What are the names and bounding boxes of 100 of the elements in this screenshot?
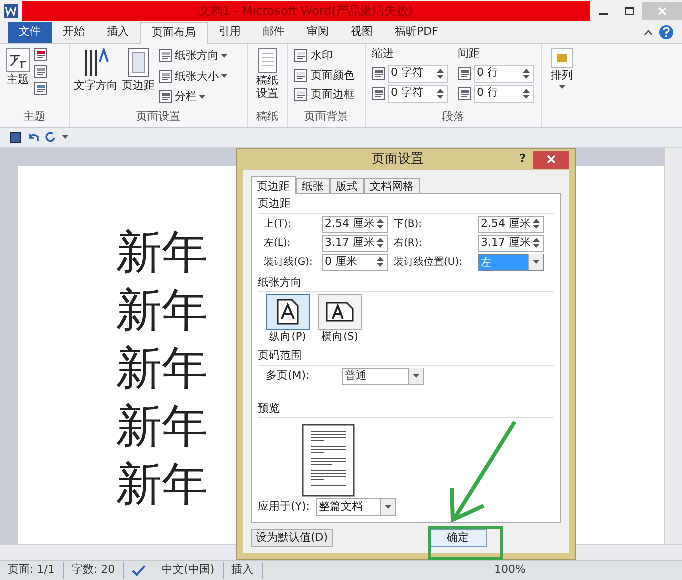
undo-icon[interactable] [27, 132, 39, 143]
set-default-button[interactable]: 设为默认值(D) [251, 529, 334, 547]
ribbon-tab[interactable]: 邮件 [252, 22, 296, 43]
group-label: 主题 [22, 108, 46, 124]
theme-button[interactable]: 主题 [6, 48, 30, 108]
indent-icon [372, 66, 386, 80]
dialog-tab[interactable]: 纸张 [296, 178, 330, 194]
document-text: 新年 [116, 342, 208, 394]
field-label: 应用于(Y): [258, 498, 312, 515]
number-field[interactable]: 0 字符 [388, 64, 448, 82]
dialog-title: 页面设置 [372, 150, 424, 169]
window-title: 文档1 - Microsoft Word(产品激活失败) [198, 3, 414, 20]
number-field[interactable]: 0 行 [474, 64, 534, 82]
proofing-icon[interactable] [132, 564, 146, 576]
ribbon-tab[interactable]: 引用 [208, 22, 252, 43]
file-tab[interactable]: 文件 [8, 22, 52, 43]
document-text: 新年 [116, 400, 208, 452]
collapse-ribbon-icon[interactable] [644, 30, 653, 36]
redo-icon[interactable] [45, 132, 56, 143]
margins-button[interactable]: 页边距 [122, 48, 155, 108]
close-button[interactable] [533, 150, 569, 169]
dropdown-button[interactable] [528, 254, 543, 270]
manuscript-button[interactable]: 稿纸设置 [248, 44, 287, 108]
spin-field[interactable]: 2.54 厘米 [478, 216, 544, 233]
section-heading: 预览 [258, 400, 554, 418]
ribbon-tab[interactable]: 页面布局 [140, 22, 208, 44]
caret-icon [384, 504, 392, 510]
page-background-button[interactable]: 水印 [294, 48, 359, 64]
ok-button[interactable]: 确定 [429, 529, 487, 547]
number-field[interactable]: 0 行 [474, 84, 534, 102]
text-direction-icon [83, 48, 109, 78]
orientation-button[interactable]: 纸张方向 [159, 48, 228, 64]
portrait-page-icon [277, 299, 299, 326]
text-direction-button[interactable]: 文字方向 [74, 48, 118, 108]
save-icon[interactable] [10, 132, 21, 143]
field-label: 下(B): [394, 218, 424, 232]
caret-icon [62, 135, 69, 140]
spin-field[interactable]: 3.17 厘米 [322, 234, 388, 252]
field-label: 左(L): [264, 236, 292, 251]
language-status[interactable]: 中文(中国) [154, 562, 224, 579]
arrange-button[interactable]: 排列 [542, 44, 582, 127]
orientation-tile[interactable] [266, 294, 310, 330]
document-text: 新年 [116, 458, 208, 510]
spinner-icon[interactable] [436, 68, 445, 80]
dropdown-button[interactable] [380, 499, 395, 515]
orientation-tile[interactable] [318, 294, 362, 330]
size-button[interactable]: 纸张大小 [159, 68, 228, 85]
colors-icon [34, 48, 48, 62]
spinner-icon[interactable] [376, 218, 385, 230]
document-text: 新年 [116, 226, 208, 278]
select-field[interactable]: 整篇文档 [316, 498, 396, 516]
spin-field[interactable]: 2.54 厘米 [322, 216, 388, 233]
word-count: 字数: 20 [64, 562, 124, 579]
ribbon-tab[interactable]: 福昕PDF [384, 22, 450, 43]
dialog-tab[interactable]: 页边距 [251, 176, 296, 194]
help-icon[interactable] [659, 25, 674, 40]
zoom-level[interactable]: 100% [488, 562, 532, 579]
caret-icon [412, 374, 420, 378]
margins-icon [126, 48, 150, 78]
effects-icon [34, 82, 48, 96]
ribbon-tab[interactable]: 审阅 [296, 22, 340, 43]
page-background-button[interactable]: 页面颜色 [294, 68, 359, 84]
spinner-icon[interactable] [522, 68, 531, 80]
dialog-tab[interactable]: 文档网格 [364, 178, 420, 194]
insert-mode-status[interactable]: 插入 [224, 562, 263, 579]
caret-icon [532, 260, 540, 265]
fonts-icon [34, 65, 48, 79]
group-label: 页面背景 [304, 108, 350, 124]
orientation-option[interactable]: 横向(S) [318, 294, 362, 346]
ribbon-tab[interactable]: 插入 [96, 22, 140, 43]
orientation-option[interactable]: 纵向(P) [266, 294, 310, 346]
group-label: 页面设置 [136, 108, 182, 124]
spinner-icon[interactable] [376, 237, 385, 250]
spinner-icon[interactable] [436, 88, 445, 100]
orientation-icon [159, 49, 173, 64]
field-label: 多页(M): [266, 368, 311, 384]
columns-button[interactable]: 分栏 [159, 89, 228, 106]
select-field[interactable]: 普通 [342, 368, 424, 384]
spin-field[interactable]: 3.17 厘米 [478, 234, 544, 252]
number-field[interactable]: 0 字符 [388, 84, 448, 102]
spinner-icon[interactable] [522, 88, 531, 100]
page-background-button[interactable]: 页面边框 [294, 87, 359, 104]
spinner-icon[interactable] [376, 256, 385, 268]
ribbon-tab[interactable]: 开始 [52, 22, 96, 43]
spinner-icon[interactable] [532, 237, 541, 250]
section-heading: 页码范围 [258, 348, 554, 366]
close-icon [658, 6, 666, 16]
ribbon-tab[interactable]: 视图 [340, 22, 384, 43]
dialog-tab[interactable]: 版式 [330, 178, 364, 194]
page-count: 页面: 1/1 [0, 562, 64, 579]
spin-field[interactable]: 0 厘米 [322, 254, 388, 271]
dropdown-button[interactable] [408, 368, 423, 384]
arrange-icon [551, 48, 573, 68]
group-label: 稿纸 [256, 108, 280, 124]
help-button[interactable]: ? [513, 151, 533, 168]
caret-icon [558, 84, 566, 90]
field-label: 右(R): [394, 236, 424, 251]
section-heading: 纸张方向 [258, 274, 554, 292]
spinner-icon[interactable] [532, 218, 541, 230]
indent-icon [458, 66, 472, 80]
